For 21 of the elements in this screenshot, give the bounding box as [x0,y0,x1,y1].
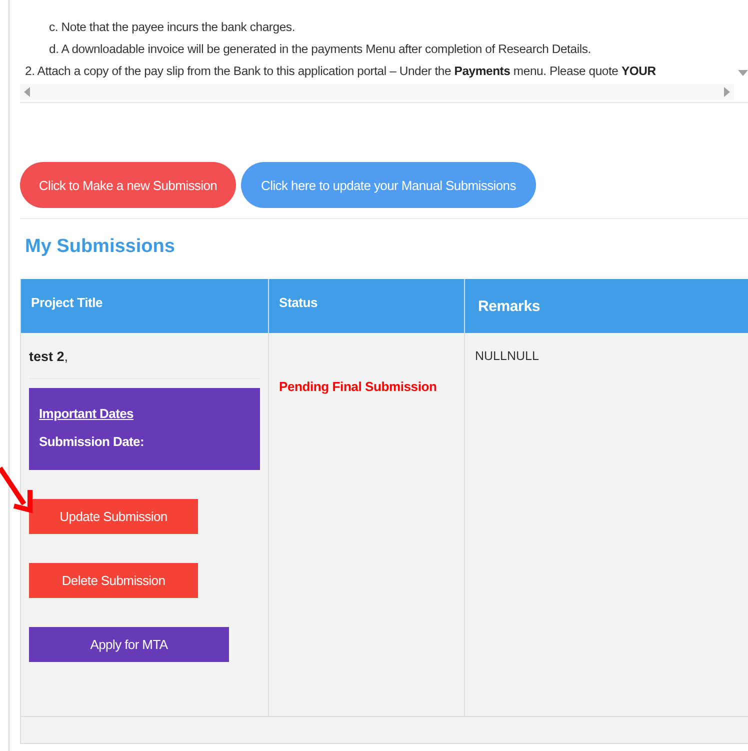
scroll-down-icon[interactable] [738,70,748,76]
manual-submissions-button[interactable]: Click here to update your Manual Submissions [241,162,536,208]
submission-date-label: Submission Date: [39,434,144,449]
column-header: Remarks [465,279,748,333]
annotation-arrow [0,466,32,514]
scroll-right-icon[interactable] [724,87,730,97]
instruction-text: 2. Attach a copy of the pay slip from the Bank to this application portal – Under the Payments menu. Please quote YOUR [24,63,656,80]
project-title: test 2, [29,349,260,379]
scroll-left-icon[interactable] [24,87,30,97]
instruction-text: d. A downloadable invoice will be generated in the payments Menu after completion of Research Details. [48,41,591,58]
instruction-text: c. Note that the payee incurs the bank charges. [48,19,296,36]
status-text: Pending Final Submission [279,379,438,394]
new-submission-button[interactable]: Click to Make a new Submission [20,162,236,208]
delete-submission-button[interactable]: Delete Submission [29,563,198,598]
apply-mta-button[interactable]: Apply for MTA [29,627,229,662]
remarks-text: NULLNULL [475,349,540,363]
update-submission-button[interactable]: Update Submission [29,499,198,534]
column-header: Status [269,279,465,333]
important-dates-link[interactable]: Important Dates [39,406,134,421]
section-heading: My Submissions [25,236,176,259]
column-header: Project Title [21,279,269,333]
